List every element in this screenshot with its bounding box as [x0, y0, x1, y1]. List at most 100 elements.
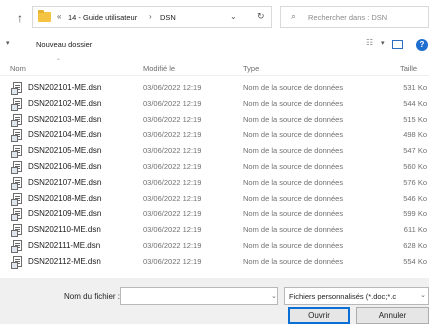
column-header-size[interactable]: Taille [400, 64, 417, 73]
file-modified-date: 03/06/2022 12:19 [143, 162, 202, 171]
file-name: DSN202109-ME.dsn [28, 209, 102, 219]
file-icon [11, 224, 22, 238]
file-icon [11, 255, 22, 269]
file-row[interactable]: DSN202111-ME.dsn 03/06/2022 12:19 Nom de l… [0, 238, 429, 253]
file-type: Nom de la source de données [243, 98, 344, 108]
file-size: 599 Ko [403, 209, 427, 219]
file-icon [11, 82, 22, 95]
file-icon [11, 208, 22, 222]
folder-icon [38, 10, 51, 22]
file-type: Nom de la source de données [243, 256, 344, 266]
file-type: Nom de la source de données [243, 162, 344, 171]
file-row[interactable]: DSN202109-ME.dsn 03/06/2022 12:19 Nom de l… [0, 206, 429, 222]
file-icon [11, 113, 22, 127]
address-row: ↑ « 14 - Guide utilisateur › DSN ⌄ ↻ ⌕ R… [0, 0, 429, 34]
chevron-down-icon[interactable]: ⌄ [230, 12, 237, 21]
refresh-icon[interactable]: ↻ [257, 11, 265, 22]
filename-label: Nom du fichier : [64, 292, 121, 301]
file-modified-date: 03/06/2022 12:19 [143, 177, 202, 187]
filename-dropdown-icon[interactable]: ⌄ [271, 292, 277, 300]
breadcrumb-separator-icon[interactable]: › [149, 12, 152, 21]
file-type: Nom de la source de données [243, 241, 344, 250]
file-row[interactable]: DSN202102-ME.dsn 03/06/2022 12:19 Nom de l… [0, 96, 429, 111]
filename-input[interactable]: ⌄ [120, 287, 278, 305]
file-name: DSN202110-ME.dsn [28, 225, 101, 235]
file-row[interactable]: DSN202104-ME.dsn 03/06/2022 12:19 Nom de l… [0, 127, 429, 143]
file-type: Nom de la source de données [243, 225, 344, 235]
chevron-down-icon[interactable]: ⌄ [420, 291, 426, 299]
file-name: DSN202107-ME.dsn [28, 177, 102, 187]
file-type: Nom de la source de données [243, 209, 344, 219]
preview-pane-icon[interactable] [392, 40, 403, 49]
file-modified-date: 03/06/2022 12:19 [143, 146, 202, 156]
file-size: 560 Ko [403, 162, 427, 171]
file-name: DSN202105-ME.dsn [28, 146, 102, 156]
file-name: DSN202104-ME.dsn [28, 130, 102, 140]
file-row[interactable]: DSN202112-ME.dsn 03/06/2022 12:19 Nom de l… [0, 254, 429, 269]
file-row[interactable]: DSN202103-ME.dsn 03/06/2022 12:19 Nom de l… [0, 112, 429, 127]
file-size: 498 Ko [403, 130, 427, 140]
file-name: DSN202111-ME.dsn [28, 241, 101, 250]
search-input[interactable]: ⌕ Rechercher dans : DSN [280, 6, 429, 28]
file-name: DSN202102-ME.dsn [28, 98, 102, 108]
file-type: Nom de la source de données [243, 83, 344, 92]
file-size: 611 Ko [403, 225, 427, 235]
file-row[interactable]: DSN202105-ME.dsn 03/06/2022 12:19 Nom de l… [0, 143, 429, 159]
file-modified-date: 03/06/2022 12:19 [143, 256, 202, 266]
column-header-name[interactable]: Nom [10, 64, 26, 73]
help-icon[interactable]: ? [416, 39, 428, 51]
file-size: 515 Ko [403, 114, 427, 124]
up-arrow-icon[interactable]: ↑ [14, 11, 26, 25]
search-placeholder: Rechercher dans : DSN [308, 13, 388, 22]
file-size: 576 Ko [403, 177, 427, 187]
view-options-icon[interactable]: ☷ [366, 38, 373, 47]
file-name: DSN202112-ME.dsn [28, 256, 101, 266]
organize-dropdown-icon[interactable]: ▾ [6, 39, 10, 47]
file-modified-date: 03/06/2022 12:19 [143, 83, 202, 92]
search-icon: ⌕ [291, 11, 297, 21]
breadcrumb-item-dsn[interactable]: DSN [160, 13, 176, 22]
cancel-button[interactable]: Annuler [356, 307, 429, 324]
file-row[interactable]: DSN202108-ME.dsn 03/06/2022 12:19 Nom de l… [0, 191, 429, 206]
file-name: DSN202101-ME.dsn [28, 83, 102, 92]
file-type: Nom de la source de données [243, 130, 344, 140]
file-name: DSN202106-ME.dsn [28, 162, 102, 171]
file-name: DSN202103-ME.dsn [28, 114, 102, 124]
file-size: 628 Ko [403, 241, 427, 250]
column-header-modified[interactable]: Modifié le [143, 64, 175, 73]
file-modified-date: 03/06/2022 12:19 [143, 114, 202, 124]
file-size: 546 Ko [403, 193, 427, 203]
new-folder-button[interactable]: Nouveau dossier [36, 40, 92, 49]
breadcrumb-overflow[interactable]: « [57, 12, 61, 21]
file-row[interactable]: DSN202101-ME.dsn 03/06/2022 12:19 Nom de l… [0, 80, 429, 95]
file-icon [11, 176, 22, 190]
file-modified-date: 03/06/2022 12:19 [143, 241, 202, 250]
file-row[interactable]: DSN202106-ME.dsn 03/06/2022 12:19 Nom de l… [0, 159, 429, 174]
file-type: Nom de la source de données [243, 114, 344, 124]
open-button[interactable]: Ouvrir [288, 307, 350, 324]
file-type: Nom de la source de données [243, 177, 344, 187]
file-icon [11, 145, 22, 159]
breadcrumb-item-guide[interactable]: 14 - Guide utilisateur [68, 13, 137, 22]
file-icon [11, 240, 22, 253]
column-header-type[interactable]: Type [243, 64, 259, 73]
file-type: Nom de la source de données [243, 193, 344, 203]
address-bar[interactable]: « 14 - Guide utilisateur › DSN ⌄ ↻ [32, 6, 272, 28]
file-type-selected: Fichiers personnalisés (*.doc;*.c [289, 292, 397, 301]
file-type-select[interactable]: Fichiers personnalisés (*.doc;*.c ⌄ [284, 287, 429, 305]
sort-indicator-icon: ⌃ [56, 59, 62, 65]
file-size: 547 Ko [403, 146, 427, 156]
file-row[interactable]: DSN202110-ME.dsn 03/06/2022 12:19 Nom de l… [0, 222, 429, 238]
file-size: 544 Ko [403, 98, 427, 108]
file-name: DSN202108-ME.dsn [28, 193, 102, 203]
file-modified-date: 03/06/2022 12:19 [143, 98, 202, 108]
file-modified-date: 03/06/2022 12:19 [143, 225, 202, 235]
file-icon [11, 192, 22, 206]
view-dropdown-icon[interactable]: ▾ [381, 39, 385, 47]
file-type: Nom de la source de données [243, 146, 344, 156]
file-size: 531 Ko [403, 83, 427, 92]
toolbar: ▾ Nouveau dossier ☷ ▾ ? [0, 36, 429, 54]
file-size: 554 Ko [403, 256, 427, 266]
file-icon [11, 161, 22, 174]
file-row[interactable]: DSN202107-ME.dsn 03/06/2022 12:19 Nom de l… [0, 175, 429, 190]
